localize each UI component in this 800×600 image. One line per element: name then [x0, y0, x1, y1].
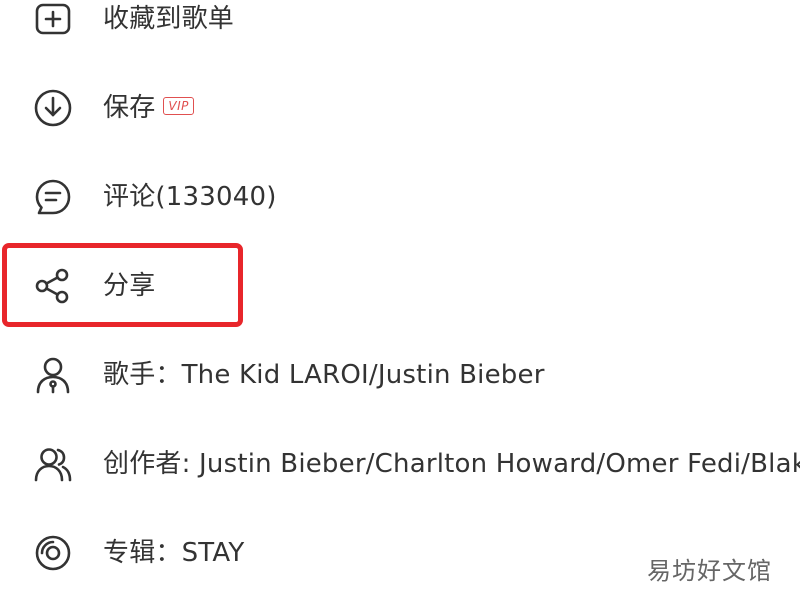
- singer-icon: [33, 355, 73, 395]
- menu-item-comment[interactable]: 评论(133040): [0, 152, 800, 241]
- menu-item-singer[interactable]: 歌手：The Kid LAROI/Justin Bieber: [0, 330, 800, 419]
- share-icon: [33, 266, 73, 306]
- song-action-sheet: 收藏到歌单 保存 VIP 评论(133040) 分享 歌手：The Kid LA…: [0, 0, 800, 600]
- menu-item-label: 收藏到歌单: [103, 3, 235, 34]
- album-icon: [33, 533, 73, 573]
- menu-item-label-save: 保存 VIP: [103, 91, 800, 125]
- menu-item-save[interactable]: 保存 VIP: [0, 63, 800, 152]
- menu-item-label: 创作者: Justin Bieber/Charlton Howard/Omer …: [103, 448, 800, 479]
- creators-icon: [33, 444, 73, 484]
- menu-item-label: 评论(133040): [103, 181, 277, 212]
- download-icon: [33, 88, 73, 128]
- save-label: 保存: [103, 92, 156, 123]
- comment-icon: [33, 177, 73, 217]
- menu-item-label: 分享: [103, 270, 156, 301]
- menu-item-creators[interactable]: 创作者: Justin Bieber/Charlton Howard/Omer …: [0, 419, 800, 508]
- menu-item-label: 歌手：The Kid LAROI/Justin Bieber: [103, 359, 545, 390]
- menu-item-add-to-playlist[interactable]: 收藏到歌单: [0, 0, 800, 63]
- menu-item-share[interactable]: 分享: [0, 241, 800, 330]
- vip-badge: VIP: [163, 97, 194, 115]
- add-to-playlist-icon: [33, 0, 73, 39]
- watermark: 易坊好文馆: [647, 551, 772, 586]
